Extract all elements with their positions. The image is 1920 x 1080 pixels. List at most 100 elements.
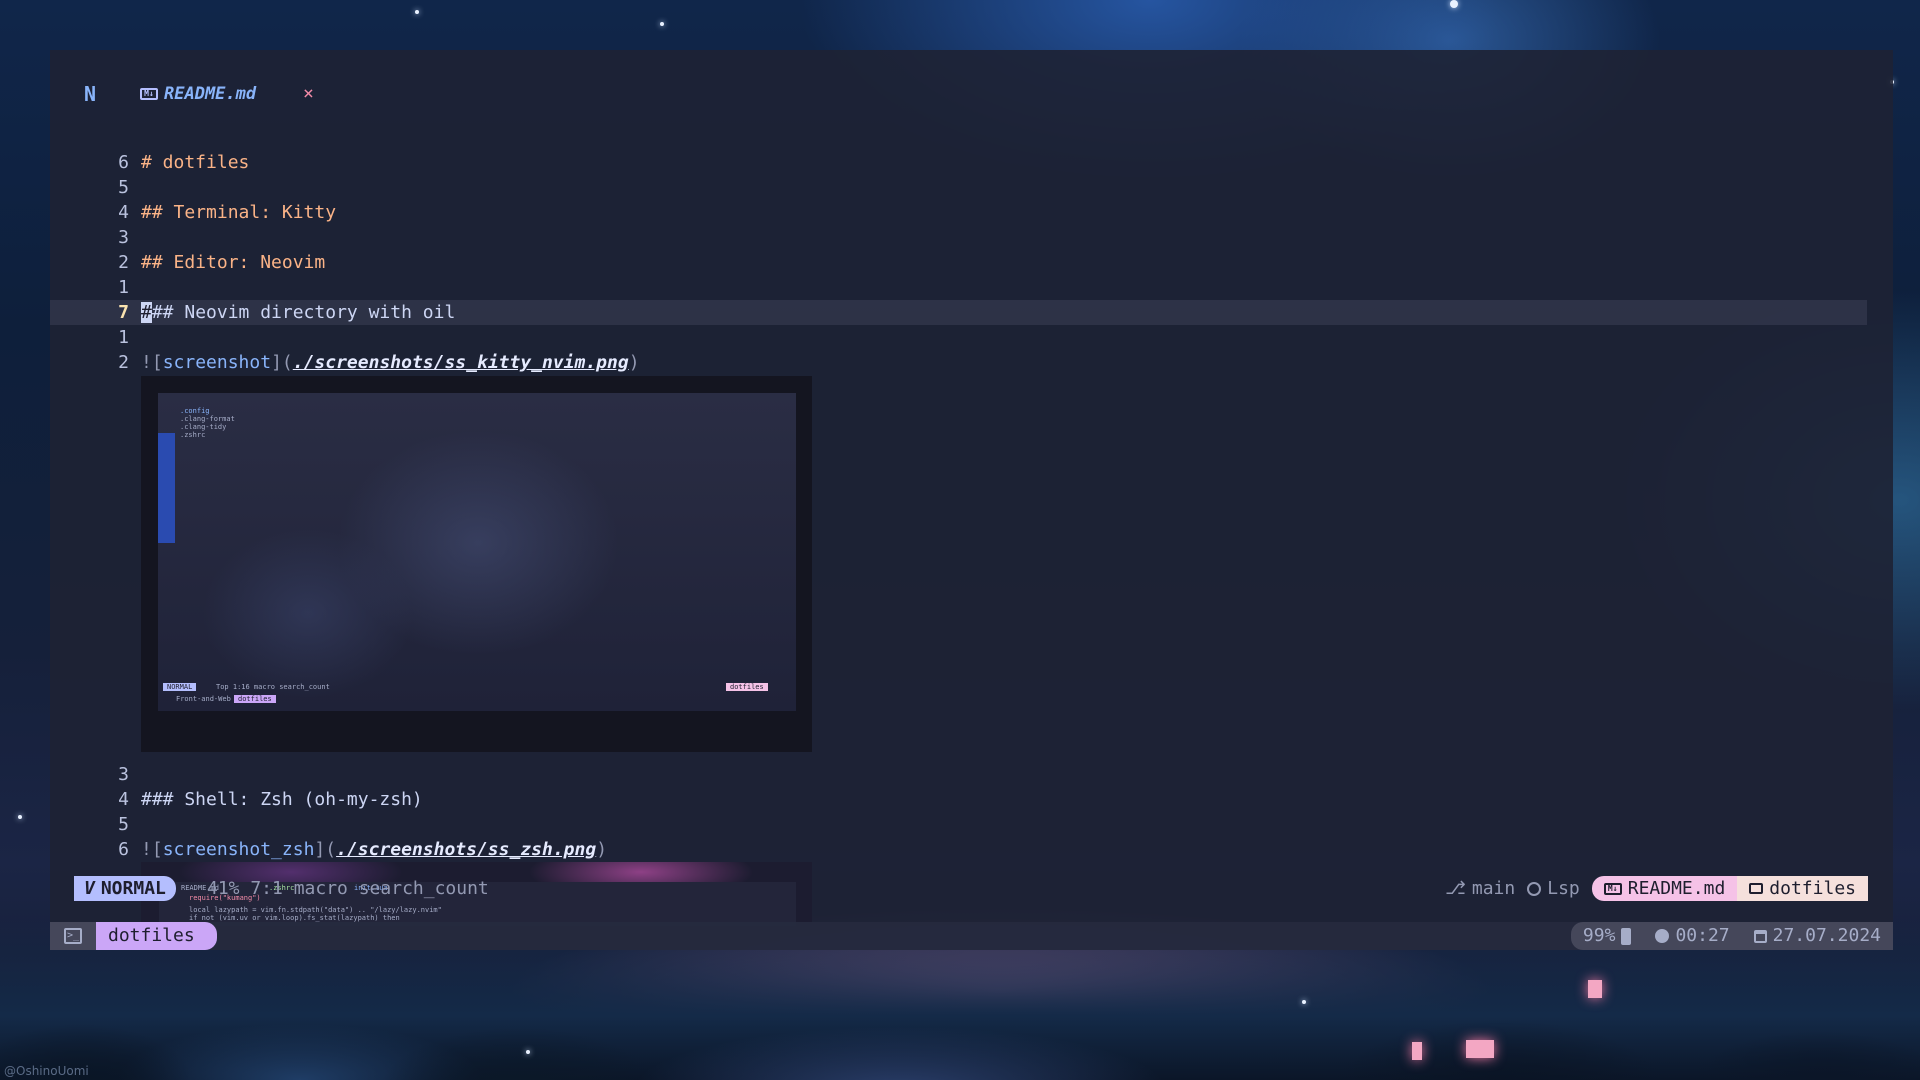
wallpaper-star [1302,1000,1306,1004]
markdown-image-link[interactable]: ![screenshot_zsh](./screenshots/ss_zsh.p… [141,837,607,862]
preview-mode: NORMAL [163,683,197,691]
directory-name: dotfiles [1769,878,1856,899]
editor-line: 5 [50,812,1867,837]
editor-line: 3 [50,762,1867,787]
nvim-statusline: V NORMAL 41% 7:1 macro search_count ⎇ ma… [74,876,1868,901]
clock-label: 00:27 [1675,925,1730,946]
clock-icon [1655,929,1670,943]
editor-line: 6 ![screenshot_zsh](./screenshots/ss_zsh… [50,837,1867,862]
git-branch-icon: ⎇ [1445,878,1466,899]
kitty-status-right: 99% 00:27 27.07.2024 [1570,922,1893,950]
lsp-icon [1527,881,1542,896]
line-number: 3 [118,764,129,785]
editor-line: 6 # dotfiles [50,150,1867,175]
line-text: ## Terminal: Kitty [141,202,337,223]
date-status: 27.07.2024 [1741,922,1893,950]
house-window-light [1466,1040,1494,1058]
line-number: 5 [118,177,129,198]
line-number: 1 [118,277,129,298]
markdown-icon: M↓ [1603,882,1622,895]
line-text-rest: ## Neovim directory with oil [151,302,456,323]
preview-dir-pill: dotfiles [726,683,768,691]
line-text: ### Neovim directory with oil [141,300,455,325]
terminal-window: N M↓ README.md × 6 # dotfiles 5 4 ## Ter… [50,50,1893,950]
wallpaper-trees [0,970,1920,1080]
editor-line: 2 ![screenshot](./screenshots/ss_kitty_n… [50,350,1867,375]
preview-line: .clang-format [180,415,235,423]
line-number: 4 [118,789,129,810]
preview-line: if not (vim.uv or vim.loop).fs_stat(lazy… [189,914,400,922]
link-bracket: ]( [314,839,337,860]
link-text: screenshot [162,352,272,373]
preview-status-info: Top 1:16 macro search_count [216,683,330,691]
line-number: 6 [118,152,129,173]
line-number: 3 [118,227,129,248]
link-bracket: ) [596,839,608,860]
line-number: 2 [118,352,129,373]
git-branch-label: main [1471,878,1516,899]
editor-line: 3 [50,225,1867,250]
preview-tab: dotfiles [234,695,276,703]
markdown-image-link[interactable]: ![screenshot](./screenshots/ss_kitty_nvi… [141,350,640,375]
link-bracket: ]( [271,352,293,373]
editor-line: 2 ## Editor: Neovim [50,250,1867,275]
file-name: README.md [1627,878,1726,899]
battery-icon [1621,927,1632,945]
preview-line: .zshrc [180,431,206,439]
line-number: 4 [118,202,129,223]
close-icon[interactable]: × [303,80,314,108]
wallpaper-star [18,815,22,819]
current-line: 7 ### Neovim directory with oil [50,300,1867,325]
buffer-tab-readme[interactable]: M↓ README.md [140,80,256,108]
kitty-tab-bar: >_ dotfiles 99% 00:27 27.07.2024 [50,922,1893,950]
line-number: 6 [118,839,129,860]
link-url[interactable]: ./screenshots/ss_zsh.png [336,839,596,860]
house-window-light [1588,980,1602,998]
text-cursor: # [141,302,152,323]
battery-label: 99% [1582,925,1616,946]
file-pill: M↓ README.md [1591,876,1738,901]
link-bracket: ![ [141,352,163,373]
line-number: 1 [118,327,129,348]
vim-icon: V [84,878,95,899]
buffer-tab-label: README.md [164,84,257,104]
editor-line: 4 ### Shell: Zsh (oh-my-zsh) [50,787,1867,812]
mode-label: NORMAL [100,878,166,899]
line-text: ### Shell: Zsh (oh-my-zsh) [141,789,423,810]
lsp-status: Lsp [1527,876,1580,901]
buffer-tabline: N M↓ README.md × [50,80,1893,108]
folder-icon [1749,883,1764,894]
editor-line: 4 ## Terminal: Kitty [50,200,1867,225]
preview-tabline: Front-and-Web [176,695,231,703]
embedded-screenshot-kitty-nvim: .config .clang-format .clang-tidy .zshrc… [141,376,812,752]
mode-indicator: V NORMAL [74,876,176,901]
link-url[interactable]: ./screenshots/ss_kitty_nvim.png [293,352,629,373]
neovim-logo-icon: N [84,82,97,106]
preview-line: local lazypath = vim.fn.stdpath("data") … [189,906,442,914]
calendar-icon [1753,929,1767,943]
kitty-tab-dotfiles[interactable]: dotfiles [96,922,217,950]
wallpaper-star [660,22,664,26]
date-label: 27.07.2024 [1772,925,1881,946]
editor-line: 1 [50,325,1867,350]
line-number: 5 [118,814,129,835]
terminal-icon: >_ [50,922,96,950]
wallpaper-star [415,10,419,14]
wallpaper-star [526,1050,530,1054]
line-text: ## Editor: Neovim [141,252,326,273]
screenshot-side-band [158,433,175,543]
link-text: screenshot_zsh [162,839,315,860]
status-info: 41% 7:1 macro search_count [207,878,489,899]
screenshot-preview: .config .clang-format .clang-tidy .zshrc… [158,393,796,711]
line-number: 7 [118,302,129,323]
directory-pill: dotfiles [1737,876,1868,901]
link-bracket: ) [628,352,640,373]
preview-line: .clang-tidy [180,423,227,431]
line-text: # dotfiles [141,152,250,173]
status-right: ⎇ main Lsp M↓ README.md dotfiles [1445,876,1868,901]
clock-status: 00:27 [1643,922,1742,950]
markdown-icon: M↓ [140,88,158,100]
git-branch: ⎇ main [1445,876,1515,901]
lsp-label: Lsp [1547,878,1580,899]
battery-status: 99% [1570,922,1644,950]
